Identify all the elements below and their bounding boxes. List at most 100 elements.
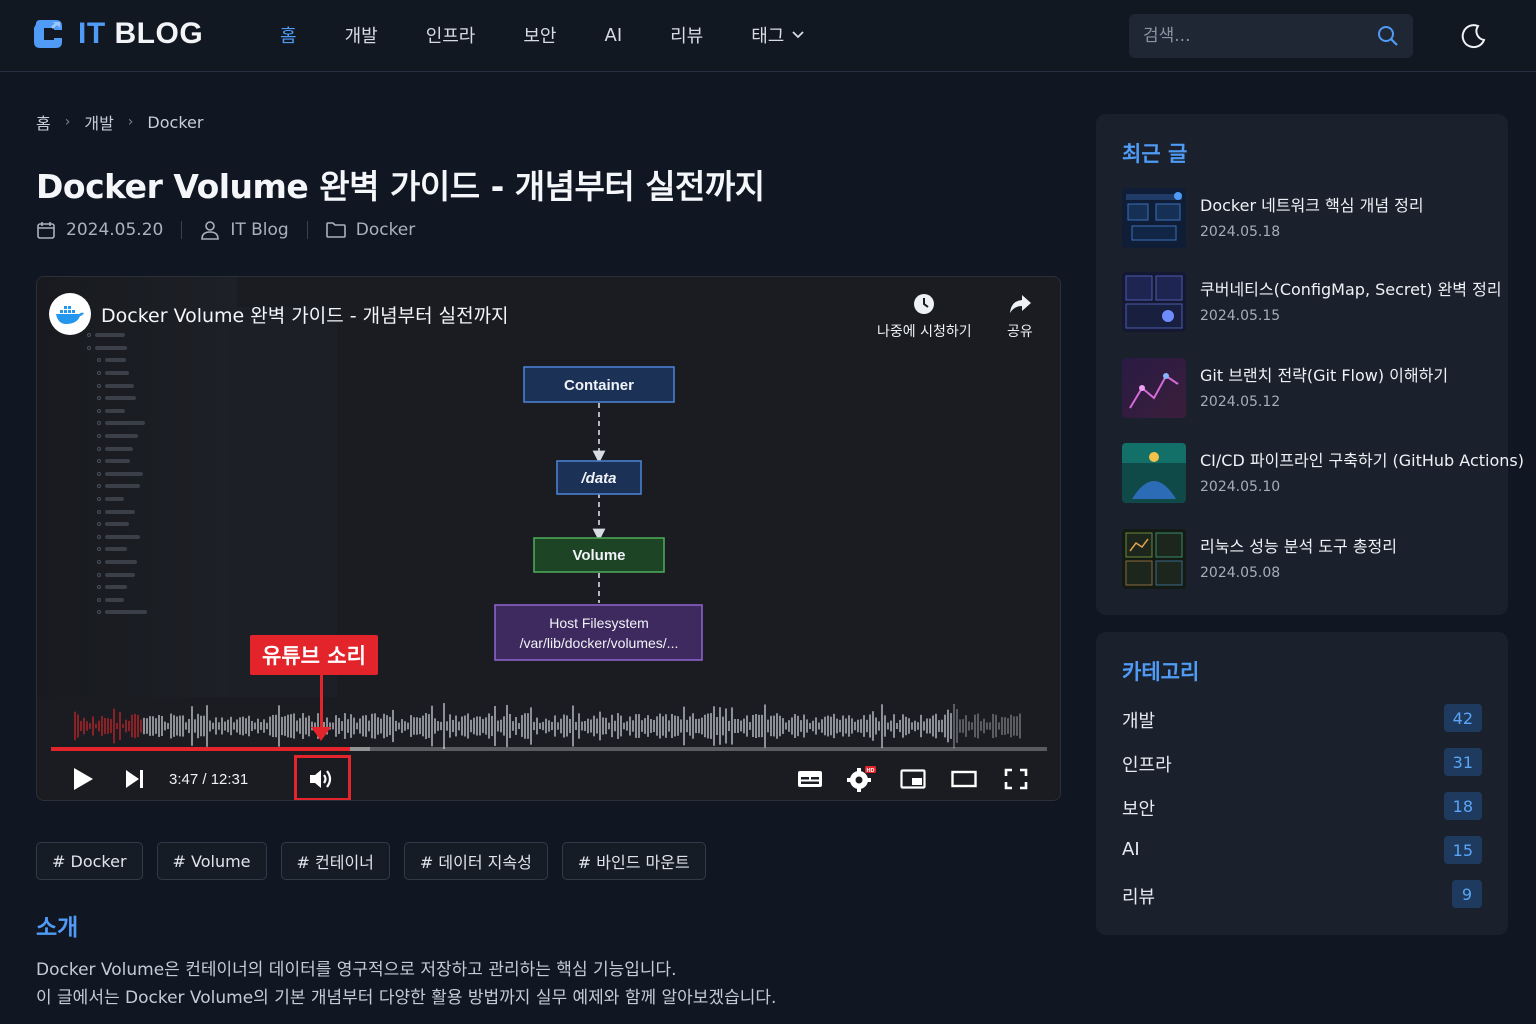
recent-post-date: 2024.05.12 (1200, 394, 1281, 410)
tag-docker[interactable]: # Docker (36, 842, 143, 880)
category-item[interactable]: 인프라 31 (1122, 748, 1482, 778)
nav-dev[interactable]: 개발 (345, 22, 378, 48)
search-icon[interactable] (1377, 25, 1399, 47)
site-logo[interactable]: IT BLOG (30, 16, 203, 52)
post-meta: 2024.05.20 IT Blog Docker (36, 220, 415, 240)
breadcrumb-home[interactable]: 홈 (36, 110, 51, 134)
channel-avatar[interactable] (49, 293, 91, 335)
search-input[interactable] (1143, 26, 1377, 46)
diagram-data-label: /data (580, 470, 616, 487)
recent-post-date: 2024.05.08 (1200, 565, 1281, 581)
subtitles-button[interactable] (794, 763, 826, 795)
post-category[interactable]: Docker (356, 220, 416, 240)
recent-post-title: CI/CD 파이프라인 구축하기 (GitHub Actions) (1200, 451, 1524, 470)
video-header: Docker Volume 완벽 가이드 - 개념부터 실전까지 (49, 293, 509, 335)
recent-posts-card: 최근 글 Docker 네트워크 핵심 개념 정리 2024.05.18 쿠버네… (1096, 114, 1524, 615)
nav-home[interactable]: 홈 (280, 22, 297, 48)
category-name: 인프라 (1122, 755, 1172, 776)
logo-icon (34, 20, 62, 48)
annotation-highlight-box (294, 755, 351, 800)
category-count: 18 (1443, 792, 1482, 820)
nav-infra[interactable]: 인프라 (426, 22, 476, 48)
recent-post-date: 2024.05.10 (1200, 479, 1281, 495)
breadcrumb: 홈 › 개발 › Docker (36, 110, 203, 134)
chevron-down-icon (792, 31, 805, 39)
tag-data-persistence[interactable]: # 데이터 지속성 (403, 842, 548, 880)
annotation-line (320, 675, 323, 731)
recent-post-item[interactable]: 쿠버네티스(ConfigMap, Secret) 완벽 정리 2024.05.1… (1122, 272, 1502, 336)
category-name: 리뷰 (1122, 887, 1156, 908)
recent-post-item[interactable]: 리눅스 성능 분석 도구 총정리 2024.05.08 (1122, 529, 1502, 593)
play-button[interactable] (67, 763, 99, 795)
post-date: 2024.05.20 (66, 220, 164, 240)
tag-container[interactable]: # 컨테이너 (280, 842, 390, 880)
recent-posts-title: 최근 글 (1122, 142, 1188, 166)
next-button[interactable] (119, 763, 151, 795)
video-title[interactable]: Docker Volume 완벽 가이드 - 개념부터 실전까지 (101, 301, 509, 328)
tag-volume[interactable]: # Volume (156, 842, 267, 880)
recent-post-title: 쿠버네티스(ConfigMap, Secret) 완벽 정리 (1200, 280, 1502, 299)
post-thumbnail (1122, 188, 1186, 248)
category-name: AI (1122, 839, 1140, 860)
time-display: 3:47 / 12:31 (169, 771, 249, 788)
recent-post-date: 2024.05.15 (1200, 308, 1281, 324)
category-item[interactable]: 보안 18 (1122, 792, 1482, 822)
recent-post-title: Docker 네트워크 핵심 개념 정리 (1200, 196, 1424, 215)
nav-tags[interactable]: 태그 (751, 22, 805, 48)
categories-card: 카테고리 개발 42 인프라 31 보안 18 AI 15 리뷰 9 (1096, 632, 1508, 935)
nav-security[interactable]: 보안 (523, 22, 556, 48)
categories-title: 카테고리 (1122, 660, 1200, 684)
user-icon (201, 221, 220, 240)
recent-post-date: 2024.05.18 (1200, 224, 1281, 240)
category-name: 보안 (1122, 799, 1156, 820)
intro-heading: 소개 (36, 915, 79, 941)
diagram-host-title: Host Filesystem (549, 615, 649, 631)
clock-icon (914, 294, 935, 314)
recent-post-item[interactable]: CI/CD 파이프라인 구축하기 (GitHub Actions) 2024.0… (1122, 443, 1524, 507)
recent-post-item[interactable]: Docker 네트워크 핵심 개념 정리 2024.05.18 (1122, 188, 1502, 252)
category-item[interactable]: 리뷰 9 (1122, 880, 1482, 910)
diagram-container-label: Container (564, 377, 634, 394)
category-count: 15 (1443, 836, 1482, 864)
top-navbar: IT BLOG 홈 개발 인프라 보안 AI 리뷰 태그 (0, 0, 1536, 72)
theater-icon (951, 770, 977, 788)
nav-review[interactable]: 리뷰 (670, 22, 703, 48)
breadcrumb-current: Docker (147, 112, 204, 132)
search-box (1129, 14, 1413, 58)
calendar-icon (37, 222, 55, 239)
fullscreen-button[interactable] (1000, 763, 1032, 795)
theater-mode-button[interactable] (948, 763, 980, 795)
fullscreen-icon (1004, 768, 1028, 790)
category-item[interactable]: AI 15 (1122, 836, 1482, 866)
main-nav: 홈 개발 인프라 보안 AI 리뷰 태그 (280, 22, 852, 48)
category-count: 31 (1443, 748, 1482, 776)
tag-list: # Docker # Volume # 컨테이너 # 데이터 지속성 # 바인드… (36, 842, 706, 880)
share-button[interactable]: 공유 (1007, 293, 1033, 341)
progress-bar[interactable] (51, 747, 1047, 751)
recent-post-item[interactable]: Git 브랜치 전략(Git Flow) 이해하기 2024.05.12 (1122, 358, 1502, 422)
category-count: 9 (1452, 880, 1482, 908)
nav-ai[interactable]: AI (605, 22, 623, 48)
progress-played (51, 747, 350, 751)
post-thumbnail (1122, 358, 1186, 418)
category-item[interactable]: 개발 42 (1122, 704, 1482, 734)
youtube-player[interactable]: Container /data Volume Host Filesystem /… (36, 276, 1061, 801)
miniplayer-icon (900, 769, 926, 789)
player-controls: 3:47 / 12:31 HD (37, 755, 1060, 800)
gear-icon: HD (847, 766, 876, 792)
tag-bind-mount[interactable]: # 바인드 마운트 (561, 842, 706, 880)
post-author[interactable]: IT Blog (230, 220, 288, 240)
folder-icon (325, 222, 346, 238)
annotation-label: 유튜브 소리 (250, 635, 378, 675)
share-icon (1009, 295, 1031, 313)
diagram-host-path: /var/lib/docker/volumes/... (520, 635, 679, 651)
miniplayer-button[interactable] (897, 763, 929, 795)
breadcrumb-dev[interactable]: 개발 (84, 110, 113, 134)
watch-later-button[interactable]: 나중에 시청하기 (877, 293, 972, 341)
post-thumbnail (1122, 272, 1186, 332)
settings-button[interactable]: HD (845, 763, 877, 795)
moon-icon[interactable] (1460, 22, 1488, 50)
recent-post-title: Git 브랜치 전략(Git Flow) 이해하기 (1200, 366, 1449, 385)
audio-waveform (74, 703, 1021, 749)
category-count: 42 (1443, 704, 1482, 732)
